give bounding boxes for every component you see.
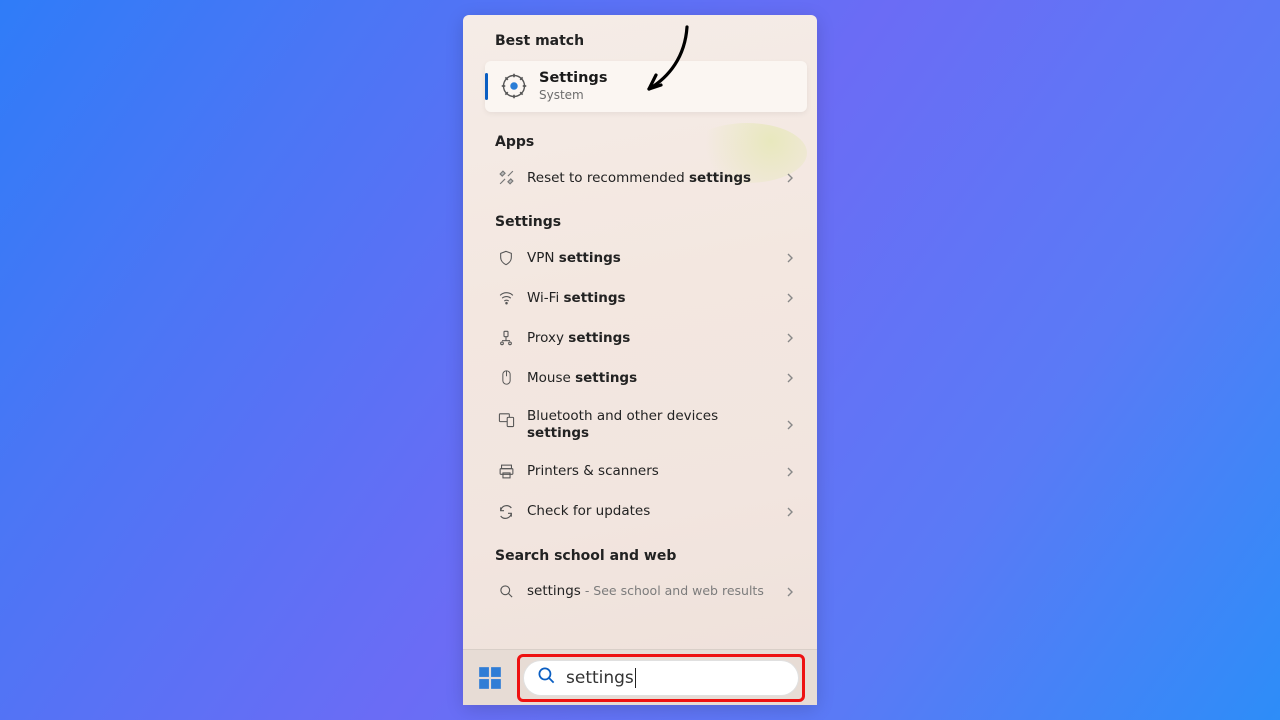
taskbar-search-input[interactable]: settings bbox=[523, 660, 799, 696]
app-row-reset-recommended[interactable]: Reset to recommended settings bbox=[463, 158, 817, 198]
best-match-settings[interactable]: Settings System bbox=[485, 61, 807, 112]
settings-row-proxy[interactable]: Proxy settings bbox=[463, 318, 817, 358]
row-label: Printers & scanners bbox=[527, 463, 773, 480]
printer-icon bbox=[497, 463, 515, 481]
results-area: Best match Settings System bbox=[463, 15, 817, 649]
chevron-right-icon bbox=[785, 288, 795, 307]
tools-icon bbox=[497, 169, 515, 187]
proxy-icon bbox=[497, 329, 515, 347]
settings-row-vpn[interactable]: VPN settings bbox=[463, 238, 817, 278]
row-label: Mouse settings bbox=[527, 370, 773, 387]
chevron-right-icon bbox=[785, 415, 795, 434]
search-icon bbox=[497, 583, 515, 601]
best-match-subtitle: System bbox=[539, 88, 607, 102]
row-label: Bluetooth and other devices settings bbox=[527, 408, 773, 442]
section-search-web: Search school and web bbox=[463, 532, 817, 572]
mouse-icon bbox=[497, 369, 515, 387]
settings-gear-icon bbox=[499, 71, 529, 101]
section-apps: Apps bbox=[463, 118, 817, 158]
row-label: VPN settings bbox=[527, 250, 773, 267]
settings-row-printers[interactable]: Printers & scanners bbox=[463, 452, 817, 492]
search-value: settings bbox=[566, 668, 636, 688]
row-label: Check for updates bbox=[527, 503, 773, 520]
row-label: settings - See school and web results bbox=[527, 583, 773, 600]
devices-icon bbox=[497, 411, 515, 429]
best-match-title: Settings bbox=[539, 71, 607, 87]
row-label: Wi-Fi settings bbox=[527, 290, 773, 307]
refresh-icon bbox=[497, 503, 515, 521]
web-row-settings[interactable]: settings - See school and web results bbox=[463, 572, 817, 612]
taskbar: settings bbox=[463, 649, 817, 705]
chevron-right-icon bbox=[785, 168, 795, 187]
start-search-panel: Best match Settings System bbox=[463, 15, 817, 705]
settings-row-mouse[interactable]: Mouse settings bbox=[463, 358, 817, 398]
row-label: Proxy settings bbox=[527, 330, 773, 347]
shield-icon bbox=[497, 249, 515, 267]
settings-row-updates[interactable]: Check for updates bbox=[463, 492, 817, 532]
section-settings: Settings bbox=[463, 198, 817, 238]
wifi-icon bbox=[497, 289, 515, 307]
chevron-right-icon bbox=[785, 502, 795, 521]
chevron-right-icon bbox=[785, 328, 795, 347]
row-label: Reset to recommended settings bbox=[527, 170, 773, 187]
chevron-right-icon bbox=[785, 368, 795, 387]
chevron-right-icon bbox=[785, 582, 795, 601]
chevron-right-icon bbox=[785, 462, 795, 481]
section-best-match: Best match bbox=[463, 15, 817, 57]
search-icon bbox=[537, 666, 556, 689]
search-highlight-box: settings bbox=[517, 654, 805, 702]
settings-row-wifi[interactable]: Wi-Fi settings bbox=[463, 278, 817, 318]
start-button[interactable] bbox=[475, 663, 505, 693]
chevron-right-icon bbox=[785, 248, 795, 267]
settings-row-bluetooth-devices[interactable]: Bluetooth and other devices settings bbox=[463, 398, 817, 452]
